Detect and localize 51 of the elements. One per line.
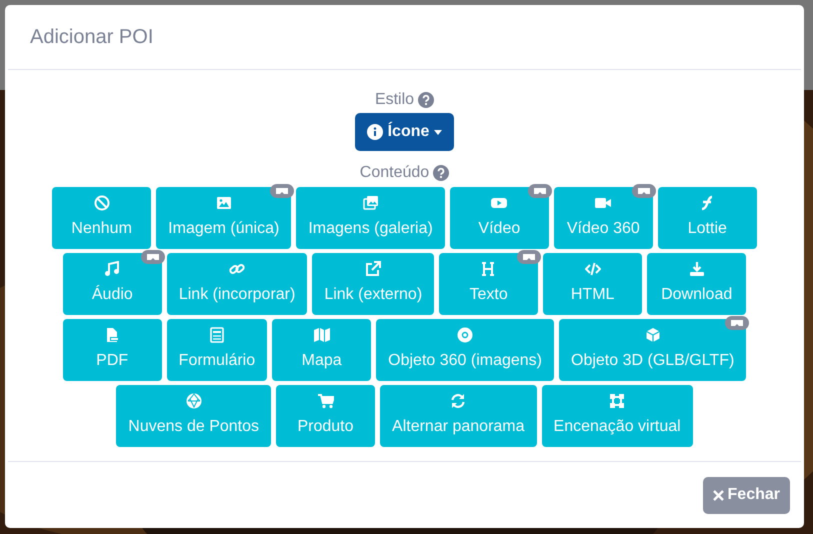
- music-note-icon: [104, 261, 120, 277]
- content-type-button[interactable]: Imagens (galeria): [296, 187, 445, 249]
- help-icon[interactable]: [433, 165, 450, 181]
- content-type-button[interactable]: Vídeo 360: [554, 187, 653, 249]
- close-icon: [712, 490, 724, 500]
- content-type-button[interactable]: Nenhum: [52, 187, 152, 249]
- content-type-button[interactable]: Nuvens de Pontos: [116, 385, 272, 447]
- content-type-button[interactable]: Link (incorporar): [166, 253, 308, 315]
- pdf-file-icon: [104, 327, 120, 343]
- image-icon: [216, 195, 232, 211]
- external-link-icon: [365, 261, 382, 277]
- content-type-button[interactable]: Vídeo: [450, 187, 549, 249]
- content-type-button[interactable]: Lottie: [658, 187, 757, 249]
- download-icon: [688, 261, 705, 277]
- content-type-button[interactable]: Áudio: [62, 253, 162, 315]
- cube-icon: [644, 327, 661, 343]
- content-type-button[interactable]: Encenação virtual: [542, 385, 693, 447]
- content-type-button[interactable]: Texto: [439, 253, 538, 315]
- link-icon: [229, 261, 246, 277]
- images-icon: [362, 195, 379, 211]
- content-type-button[interactable]: Objeto 3D (GLB/GLTF): [559, 319, 746, 381]
- point-cloud-icon: [186, 393, 202, 409]
- form-icon: [208, 327, 225, 343]
- play-icon: [491, 195, 508, 211]
- code-icon: [584, 261, 601, 277]
- caret-icon: [434, 130, 442, 134]
- close-button[interactable]: Fechar: [702, 476, 790, 514]
- style-dropdown-button[interactable]: Ícone: [354, 113, 454, 151]
- modal-title: Adicionar POI: [30, 25, 154, 49]
- content-type-button[interactable]: Produto: [276, 385, 376, 447]
- content-type-button[interactable]: Link (externo): [312, 253, 434, 315]
- prohibited-icon: [94, 195, 110, 211]
- content-type-button[interactable]: Formulário: [166, 319, 268, 381]
- sync-icon: [450, 393, 466, 409]
- map-icon: [314, 327, 330, 343]
- content-type-button[interactable]: Download: [647, 253, 746, 315]
- cart-icon: [318, 393, 334, 409]
- disc-icon: [457, 327, 474, 343]
- content-type-button[interactable]: Imagem (única): [156, 187, 292, 249]
- content-type-button[interactable]: Mapa: [272, 319, 372, 381]
- help-icon[interactable]: [418, 92, 434, 108]
- heading-icon: [480, 261, 497, 277]
- info-icon: [366, 124, 383, 140]
- video-camera-icon: [595, 195, 612, 211]
- style-label: Estilo: [374, 90, 414, 110]
- content-type-button[interactable]: Objeto 360 (imagens): [376, 319, 554, 381]
- content-type-button[interactable]: HTML: [543, 253, 642, 315]
- content-type-button[interactable]: Alternar panorama: [380, 385, 537, 447]
- content-type-button[interactable]: PDF: [62, 319, 162, 381]
- content-label: Conteúdo: [360, 163, 430, 183]
- staging-icon: [609, 393, 626, 409]
